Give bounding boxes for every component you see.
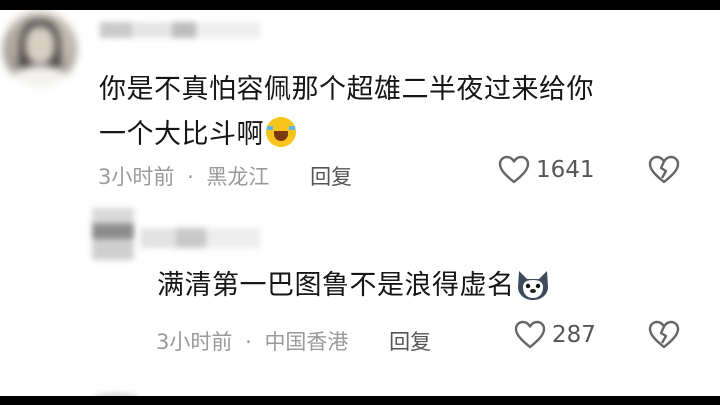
- meta-separator: ·: [187, 165, 194, 189]
- reply-text: 满清第一巴图鲁不是浪得虚名: [157, 270, 515, 301]
- comment-time: 3小时前: [98, 165, 175, 189]
- laughing-crying-emoji: [266, 117, 296, 147]
- avatar[interactable]: [3, 12, 77, 86]
- username-blurred[interactable]: [100, 22, 260, 38]
- like-count: 1641: [536, 157, 595, 183]
- like-button[interactable]: 1641: [498, 155, 595, 185]
- reply-comment-text: 满清第一巴图鲁不是浪得虚名: [157, 266, 551, 306]
- comment-screen: 你是不真怕容佩那个超雄二半夜过来给你 一个大比斗啊 3小时前 · 黑龙江 回复 …: [0, 10, 720, 396]
- heart-outline-icon[interactable]: [498, 155, 530, 185]
- heart-outline-icon[interactable]: [514, 320, 546, 350]
- reply-avatar[interactable]: [92, 208, 134, 260]
- reply-meta: 3小时前 · 中国香港 回复: [156, 326, 431, 356]
- reply-button[interactable]: 回复: [389, 330, 431, 354]
- next-avatar-partial: [94, 392, 138, 396]
- reply-time: 3小时前: [156, 330, 233, 354]
- husky-dog-emoji: [515, 267, 551, 301]
- comment-text-line1: 你是不真怕容佩那个超雄二半夜过来给你: [99, 74, 594, 105]
- broken-heart-icon[interactable]: [648, 320, 680, 350]
- comment-location: 黑龙江: [206, 165, 270, 189]
- reply-username-blurred[interactable]: [140, 228, 260, 248]
- meta-separator: ·: [245, 330, 252, 354]
- reply-button[interactable]: 回复: [310, 165, 352, 189]
- broken-heart-icon[interactable]: [648, 155, 680, 185]
- comment-text-line2: 一个大比斗啊: [99, 119, 264, 150]
- reply-location: 中国香港: [264, 330, 349, 354]
- like-button[interactable]: 287: [514, 320, 596, 350]
- comment-meta: 3小时前 · 黑龙江 回复: [98, 161, 352, 191]
- comment-text: 你是不真怕容佩那个超雄二半夜过来给你 一个大比斗啊: [99, 67, 699, 157]
- like-count: 287: [552, 322, 596, 348]
